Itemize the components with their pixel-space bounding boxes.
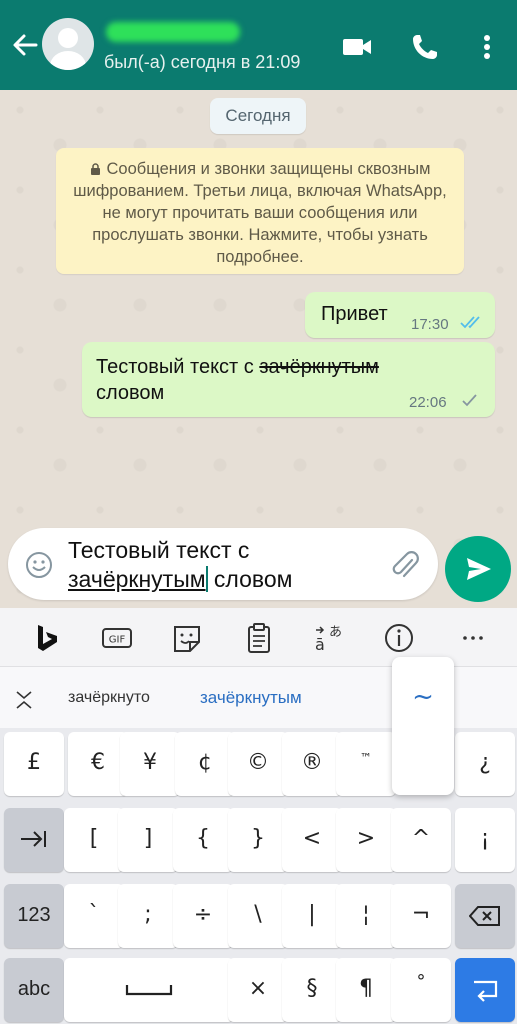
svg-text:GIF: GIF: [109, 635, 126, 646]
key-less-than[interactable]: <: [282, 808, 342, 872]
autocorrect-word: зачёркнутым: [68, 566, 206, 592]
enter-key[interactable]: [455, 958, 515, 1022]
backspace-icon: [468, 906, 500, 926]
message-bubble[interactable]: Тестовый текст с зачёркнутым словом 22:06: [82, 342, 495, 417]
letters-key[interactable]: abc: [4, 958, 64, 1022]
strikethrough-word: зачёркнутым: [259, 356, 379, 378]
double-check-icon: [460, 316, 480, 329]
contact-name-redacted[interactable]: [106, 22, 240, 42]
date-divider: Сегодня: [210, 98, 306, 134]
send-button[interactable]: [445, 536, 511, 602]
key-trademark[interactable]: ™: [336, 732, 396, 796]
video-call-icon[interactable]: [340, 30, 374, 64]
composer-text[interactable]: Тестовый текст с зачёркнутым словом: [68, 536, 398, 594]
space-icon: [125, 985, 173, 996]
key-copyright[interactable]: ©: [228, 732, 288, 796]
key-broken-bar[interactable]: ¦: [336, 884, 396, 948]
message-bubble[interactable]: Привет 17:30: [305, 292, 495, 338]
attach-icon[interactable]: [390, 550, 420, 582]
key-inverted-question[interactable]: ¿: [455, 732, 515, 796]
lock-icon: [90, 163, 100, 175]
key-left-brace[interactable]: {: [173, 808, 233, 872]
message-time: 22:06: [409, 394, 447, 411]
phone-icon[interactable]: [408, 30, 442, 64]
key-backslash[interactable]: \: [228, 884, 288, 948]
key-euro[interactable]: €: [68, 732, 128, 796]
message-time: 17:30: [411, 316, 449, 333]
key-semicolon[interactable]: ;: [118, 884, 178, 948]
back-arrow-icon[interactable]: [10, 28, 40, 62]
key-yen[interactable]: ¥: [120, 732, 180, 796]
last-seen-status: был(-а) сегодня в 21:09: [104, 52, 301, 72]
encryption-notice[interactable]: Сообщения и звонки защищены сквозным шиф…: [56, 148, 464, 274]
translate-icon[interactable]: ā あ: [312, 622, 346, 654]
encryption-text: Сообщения и звонки защищены сквозным шиф…: [73, 160, 447, 266]
key-greater-than[interactable]: >: [336, 808, 396, 872]
key-right-bracket[interactable]: ]: [118, 808, 178, 872]
key-degree[interactable]: °: [391, 958, 451, 1022]
numbers-key[interactable]: 123: [4, 884, 64, 948]
key-caret[interactable]: ^: [391, 808, 451, 872]
sticker-icon[interactable]: [170, 622, 204, 654]
tab-key[interactable]: [4, 808, 64, 872]
bing-icon[interactable]: [30, 622, 64, 654]
key-not-sign[interactable]: ¬: [391, 884, 451, 948]
key-multiply[interactable]: ×: [228, 958, 288, 1022]
suggestion-item[interactable]: зачёркнуто: [68, 689, 150, 707]
suggestion-item[interactable]: зачёркнутым: [200, 688, 302, 708]
backspace-key[interactable]: [455, 884, 515, 948]
key-right-brace[interactable]: }: [228, 808, 288, 872]
key-pound[interactable]: £: [4, 732, 64, 796]
avatar[interactable]: [42, 18, 94, 70]
enter-icon: [474, 980, 498, 1002]
space-key[interactable]: [64, 958, 234, 1022]
message-text: Привет: [321, 303, 388, 325]
svg-text:ā: ā: [315, 635, 325, 654]
key-cent[interactable]: ¢: [175, 732, 235, 796]
more-horizontal-icon[interactable]: [456, 622, 490, 654]
key-registered[interactable]: ®: [282, 732, 342, 796]
emoji-icon[interactable]: [24, 550, 54, 580]
key-inverted-exclamation[interactable]: ¡: [455, 808, 515, 872]
key-popup-tilde[interactable]: ~: [392, 657, 454, 795]
clipboard-icon[interactable]: [242, 622, 276, 654]
tab-icon: [21, 831, 46, 847]
gif-icon[interactable]: GIF: [100, 622, 134, 654]
svg-text:あ: あ: [329, 625, 342, 640]
info-icon[interactable]: [382, 622, 416, 654]
key-pilcrow[interactable]: ¶: [336, 958, 396, 1022]
key-pipe[interactable]: |: [282, 884, 342, 948]
message-input[interactable]: Тестовый текст с зачёркнутым словом: [8, 528, 438, 600]
key-backtick[interactable]: `: [64, 884, 124, 948]
chat-header: был(-а) сегодня в 21:09: [0, 0, 517, 90]
key-left-bracket[interactable]: [: [64, 808, 124, 872]
more-icon[interactable]: [470, 30, 504, 64]
check-icon: [462, 394, 477, 407]
key-section[interactable]: §: [282, 958, 342, 1022]
key-divide[interactable]: ÷: [173, 884, 233, 948]
send-icon: [467, 558, 491, 580]
collapse-icon[interactable]: [14, 689, 34, 711]
